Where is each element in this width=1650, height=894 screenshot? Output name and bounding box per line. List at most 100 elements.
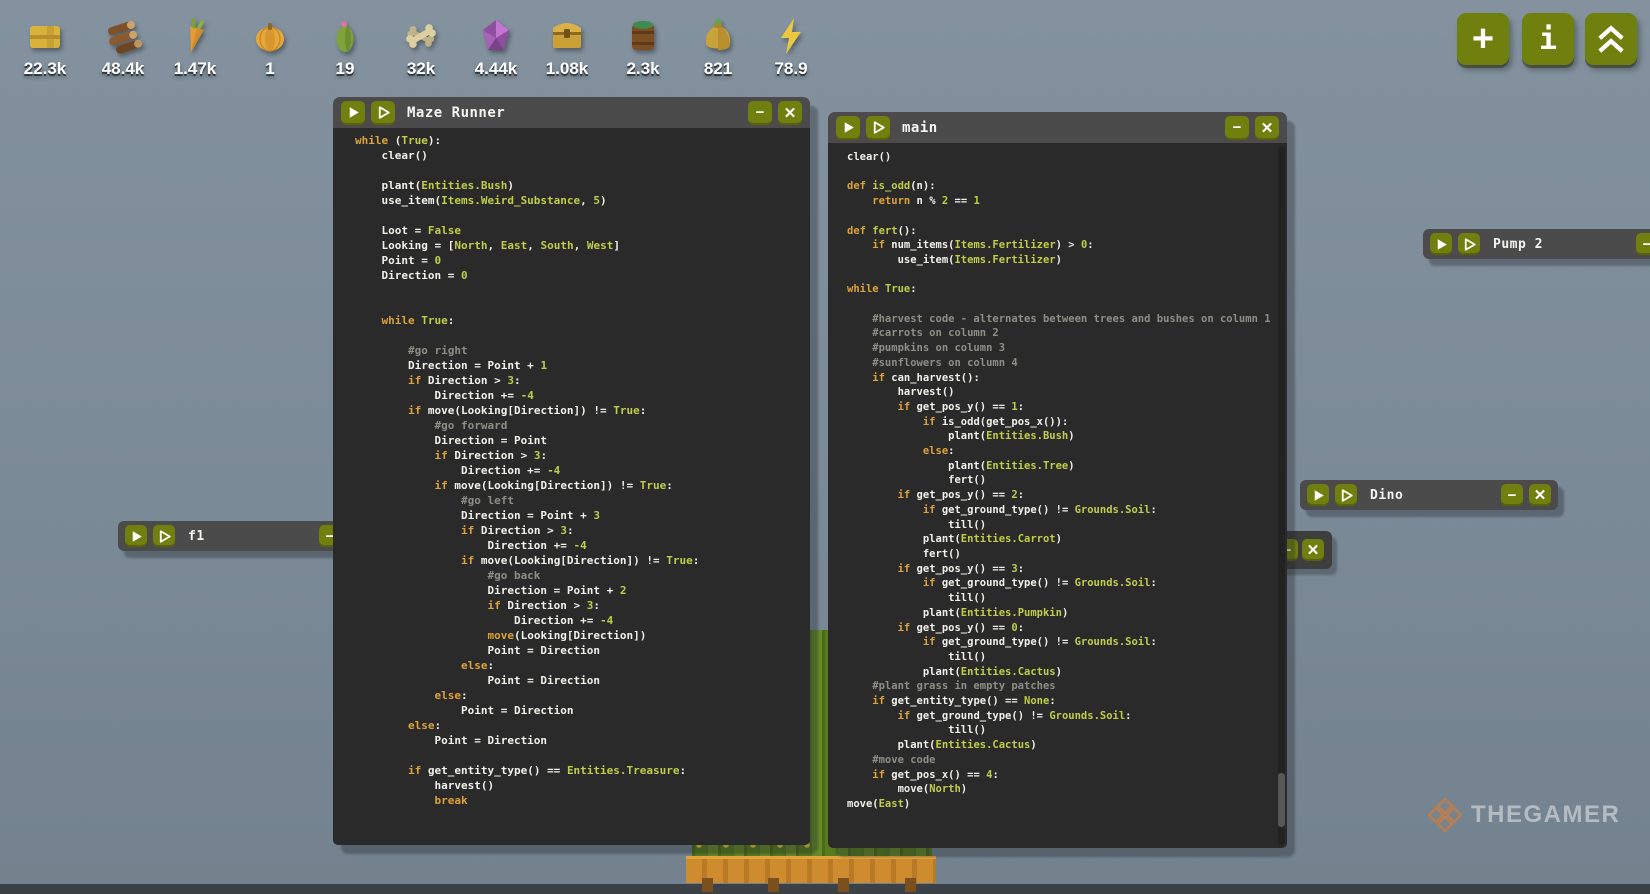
code-token: Direction >: [448, 449, 534, 462]
code-editor[interactable]: while (True): clear() plant(Entities.Bus…: [333, 128, 810, 845]
thegamer-logo-icon: [1427, 797, 1463, 833]
resource-value: 821: [686, 59, 750, 79]
window-bar-f1[interactable]: f1 −: [118, 521, 348, 551]
code-token: ): [1062, 607, 1068, 619]
code-editor[interactable]: clear() def is_odd(n): return n % 2 == 1…: [828, 143, 1287, 848]
window-titlebar[interactable]: main − ✕: [828, 112, 1287, 143]
minimize-button[interactable]: −: [748, 101, 772, 125]
code-line: def fert():: [847, 224, 1279, 239]
code-token: ): [600, 194, 607, 207]
code-token: get_pos_y() ==: [910, 489, 1011, 501]
code-token: Point = Direction: [355, 734, 547, 747]
run-button[interactable]: [125, 525, 147, 547]
code-token: True: [613, 404, 640, 417]
code-line: till(): [847, 723, 1279, 738]
code-token: #move code: [847, 754, 936, 766]
run-button[interactable]: [1307, 484, 1329, 506]
code-token: North: [929, 783, 961, 795]
code-line: Direction = Point + 3: [355, 508, 802, 523]
code-token: ):: [428, 134, 441, 147]
step-button[interactable]: [866, 116, 890, 140]
code-token: clear(): [355, 149, 428, 162]
code-line: if get_entity_type() == Entities.Treasur…: [355, 763, 802, 778]
code-token: ():: [898, 225, 917, 237]
code-token: [355, 554, 461, 567]
code-token: else: [408, 719, 435, 732]
code-token: get_ground_type() !=: [910, 710, 1049, 722]
code-token: num_items(: [885, 239, 955, 251]
code-line: use_item(Items.Fertilizer): [847, 253, 1279, 268]
code-line: else:: [355, 718, 802, 733]
code-token: if: [923, 504, 936, 516]
scrollbar-thumb[interactable]: [1278, 773, 1285, 827]
run-button[interactable]: [836, 116, 860, 140]
code-token: :: [666, 479, 673, 492]
code-line: #harvest code - alternates between trees…: [847, 312, 1279, 327]
code-token: South: [540, 239, 573, 252]
run-button[interactable]: [341, 101, 365, 125]
code-line: Direction = Point + 2: [355, 583, 802, 598]
resource-value: 78.9: [759, 59, 823, 79]
code-token: :: [448, 314, 455, 327]
minimize-button[interactable]: −: [1501, 484, 1523, 506]
code-line: else:: [847, 444, 1279, 459]
code-line: if num_items(Items.Fertilizer) > 0:: [847, 238, 1279, 253]
info-button[interactable]: i: [1522, 13, 1574, 65]
code-token: :: [1150, 636, 1156, 648]
code-token: [355, 479, 434, 492]
code-token: #harvest code - alternates between trees…: [847, 313, 1271, 325]
minimize-button[interactable]: −: [1225, 116, 1249, 140]
code-token: if: [923, 636, 936, 648]
code-token: def: [847, 180, 872, 192]
code-token: is_odd(get_pos_x()):: [936, 416, 1069, 428]
step-button[interactable]: [153, 525, 175, 547]
code-token: Direction = Point +: [355, 359, 540, 372]
code-token: plant(: [355, 179, 421, 192]
close-button[interactable]: ✕: [1255, 116, 1279, 140]
code-token: Entities.Bush: [986, 430, 1068, 442]
code-line: #carrots on column 2: [847, 326, 1279, 341]
window-titlebar[interactable]: Maze Runner − ✕: [333, 97, 810, 128]
window-bar-pump-2[interactable]: Pump 2 −: [1423, 229, 1650, 259]
code-token: if: [872, 695, 885, 707]
window-title: Maze Runner: [407, 105, 505, 121]
code-token: move: [487, 629, 514, 642]
code-token: :: [1150, 577, 1156, 589]
code-line: till(): [847, 518, 1279, 533]
code-token: if: [898, 489, 911, 501]
code-line: if move(Looking[Direction]) != True:: [355, 478, 802, 493]
code-token: if: [408, 404, 421, 417]
code-token: Entities.Pumpkin: [961, 607, 1062, 619]
scrollbar[interactable]: [1278, 146, 1285, 845]
code-line: if move(Looking[Direction]) != True:: [355, 403, 802, 418]
code-line: move(North): [847, 782, 1279, 797]
thegamer-text: THEGAMER: [1471, 801, 1620, 829]
collapse-all-button[interactable]: [1585, 13, 1637, 65]
close-button[interactable]: ✕: [778, 101, 802, 125]
minimize-button[interactable]: −: [1636, 233, 1650, 255]
step-button[interactable]: [371, 101, 395, 125]
code-token: get_ground_type() !=: [936, 636, 1075, 648]
code-token: ,: [527, 239, 540, 252]
code-token: Point = Direction: [355, 704, 574, 717]
fertilizer-icon: [623, 16, 663, 56]
window-bar-dino[interactable]: Dino − ✕: [1300, 480, 1558, 510]
close-button[interactable]: ✕: [1302, 539, 1324, 561]
code-line: while True:: [355, 313, 802, 328]
step-button[interactable]: [1335, 484, 1357, 506]
code-token: [847, 239, 872, 251]
code-token: Direction >: [474, 524, 560, 537]
code-line: if can_harvest():: [847, 371, 1279, 386]
code-line: Point = 0: [355, 253, 802, 268]
code-token: [847, 504, 923, 516]
code-token: [847, 563, 898, 575]
window-title: main: [902, 120, 938, 136]
step-button[interactable]: [1458, 233, 1480, 255]
close-button[interactable]: ✕: [1529, 484, 1551, 506]
code-token: fert: [872, 225, 897, 237]
run-button[interactable]: [1430, 233, 1452, 255]
code-token: -4: [574, 539, 587, 552]
add-window-button[interactable]: +: [1457, 13, 1509, 65]
code-line: plant(Entities.Cactus): [847, 738, 1279, 753]
pumpkin-icon: [250, 16, 290, 56]
